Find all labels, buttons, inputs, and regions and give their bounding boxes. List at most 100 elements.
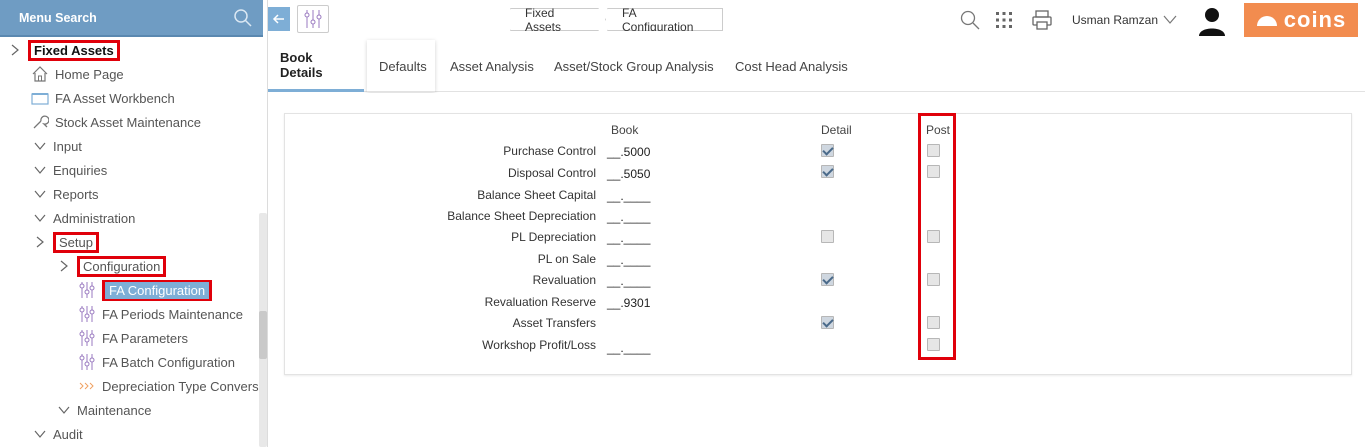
detail-checkbox-revaluation[interactable] (821, 273, 834, 286)
sidebar-item-maintenance[interactable]: Maintenance (57, 399, 151, 421)
tab-book-details[interactable]: Book Details (268, 40, 364, 92)
sliders-icon (304, 10, 322, 28)
sliders-icon (79, 282, 95, 298)
tab-label: Cost Head Analysis (735, 58, 848, 74)
sidebar-item-label: Maintenance (77, 402, 152, 418)
sidebar-scrollbar-thumb[interactable] (259, 311, 267, 359)
sidebar-item-reports[interactable]: Reports (33, 183, 99, 205)
menu-search-label: Menu Search (19, 11, 97, 25)
sidebar-item-label: Enquiries (53, 162, 108, 178)
navigation-sidebar: Menu Search Fixed Assets Home Page FA As… (0, 0, 268, 447)
sidebar-item-depreciation-type-conversion[interactable]: Depreciation Type Convers (78, 375, 259, 397)
sidebar-item-label: Setup (53, 231, 99, 253)
chevron-right-icon (60, 260, 68, 272)
column-header-book: Book (611, 123, 639, 137)
breadcrumb-fa-configuration[interactable]: FA Configuration (607, 8, 723, 31)
sidebar-item-label: Stock Asset Maintenance (55, 114, 201, 130)
tab-label: Defaults (379, 58, 427, 74)
page-type-button[interactable] (297, 5, 329, 33)
tab-label: Book Details (280, 49, 323, 80)
tab-bar: Book Details Defaults Asset Analysis Ass… (268, 40, 1365, 92)
chevron-down-icon (58, 406, 70, 414)
row-label-revaluation-reserve: Revaluation Reserve (484, 295, 596, 309)
row-label-revaluation: Revaluation (532, 273, 596, 287)
avatar[interactable] (1196, 5, 1228, 37)
sidebar-item-fa-asset-workbench[interactable]: FA Asset Workbench (31, 87, 175, 109)
chevron-down-icon[interactable] (1163, 12, 1177, 26)
sidebar-item-enquiries[interactable]: Enquiries (33, 159, 107, 181)
book-code-revaluation[interactable]: __.____ (607, 274, 650, 288)
sidebar-item-stock-asset-maintenance[interactable]: Stock Asset Maintenance (31, 111, 201, 133)
tab-defaults[interactable]: Defaults (367, 40, 435, 92)
row-label-asset-transfers: Asset Transfers (512, 316, 596, 330)
book-code-balance-sheet-capital[interactable]: __.____ (607, 189, 650, 203)
collapse-sidebar-button[interactable] (268, 7, 290, 31)
tab-asset-analysis[interactable]: Asset Analysis (438, 40, 546, 92)
sidebar-item-configuration[interactable]: Configuration (57, 255, 167, 277)
selected-item-frame: FA Configuration (102, 279, 213, 301)
book-code-pl-depreciation[interactable]: __.____ (607, 231, 650, 245)
wrench-icon (33, 115, 49, 129)
tab-label: Asset/Stock Group Analysis (554, 58, 714, 74)
book-details-panel (284, 113, 1352, 375)
book-code-revaluation-reserve[interactable]: __.9301 (607, 296, 650, 310)
sliders-icon (79, 354, 95, 370)
sidebar-item-label: Configuration (77, 255, 167, 277)
arrow-left-icon (272, 14, 284, 24)
sidebar-item-label: FA Parameters (102, 330, 188, 346)
sidebar-scrollbar[interactable] (259, 213, 267, 447)
book-code-balance-sheet-depreciation[interactable]: __.____ (607, 210, 650, 224)
chevron-right-icon (11, 44, 19, 56)
chevron-down-icon (34, 430, 46, 438)
sidebar-item-fa-periods-maintenance[interactable]: FA Periods Maintenance (78, 303, 243, 325)
sidebar-item-label: Home Page (55, 66, 124, 82)
apps-grid-icon[interactable] (993, 9, 1015, 31)
sidebar-item-fa-batch-configuration[interactable]: FA Batch Configuration (78, 351, 235, 373)
sidebar-item-label: FA Asset Workbench (55, 90, 175, 106)
search-icon[interactable] (959, 9, 981, 31)
chevron-down-icon (34, 166, 46, 174)
sidebar-item-label: Reports (53, 186, 99, 202)
coins-logo: coins (1244, 3, 1358, 37)
row-label-workshop-profit-loss: Workshop Profit/Loss (482, 338, 596, 352)
breadcrumb-fixed-assets[interactable]: Fixed Assets (510, 8, 606, 31)
detail-checkbox-purchase-control[interactable] (821, 144, 834, 157)
sliders-icon (79, 330, 95, 346)
row-label-pl-depreciation: PL Depreciation (511, 230, 596, 244)
logo-dome-icon (1256, 16, 1277, 26)
sidebar-item-fixed-assets[interactable]: Fixed Assets (8, 39, 120, 61)
tab-cost-head-analysis[interactable]: Cost Head Analysis (723, 40, 860, 92)
app-window: Menu Search Fixed Assets Home Page FA As… (0, 0, 1365, 447)
sidebar-item-label: FA Configuration (105, 281, 210, 299)
sliders-icon (79, 306, 95, 322)
sidebar-item-label: FA Periods Maintenance (102, 306, 243, 322)
sidebar-item-home-page[interactable]: Home Page (31, 63, 124, 85)
sidebar-item-label: Administration (53, 210, 136, 226)
detail-checkbox-pl-depreciation[interactable] (821, 230, 834, 243)
row-label-balance-sheet-depreciation: Balance Sheet Depreciation (447, 209, 596, 223)
sidebar-item-label: FA Batch Configuration (102, 354, 235, 370)
tab-asset-stock-group-analysis[interactable]: Asset/Stock Group Analysis (542, 40, 726, 92)
detail-checkbox-asset-transfers[interactable] (821, 316, 834, 329)
row-label-balance-sheet-capital: Balance Sheet Capital (477, 188, 596, 202)
sidebar-item-fa-parameters[interactable]: FA Parameters (78, 327, 188, 349)
book-code-disposal-control[interactable]: __.5050 (607, 167, 650, 181)
sidebar-item-fa-configuration[interactable]: FA Configuration (78, 277, 213, 303)
sidebar-item-label: Fixed Assets (28, 39, 120, 61)
book-code-pl-on-sale[interactable]: __.____ (607, 253, 650, 267)
user-name[interactable]: Usman Ramzan (1072, 13, 1158, 27)
detail-checkbox-disposal-control[interactable] (821, 165, 834, 178)
menu-search-bar[interactable]: Menu Search (0, 0, 263, 37)
sidebar-item-audit[interactable]: Audit (33, 423, 83, 445)
sidebar-item-setup[interactable]: Setup (33, 231, 99, 253)
book-code-purchase-control[interactable]: __.5000 (607, 145, 650, 159)
sidebar-item-input[interactable]: Input (33, 135, 82, 157)
book-code-workshop-profit-loss[interactable]: __.____ (607, 341, 650, 355)
sidebar-item-administration[interactable]: Administration (33, 207, 135, 229)
chevron-down-icon (34, 190, 46, 198)
column-header-detail: Detail (821, 123, 852, 137)
search-icon[interactable] (233, 8, 253, 28)
logo-text: coins (1283, 7, 1347, 32)
print-icon[interactable] (1031, 9, 1053, 31)
tab-label: Asset Analysis (450, 58, 534, 74)
